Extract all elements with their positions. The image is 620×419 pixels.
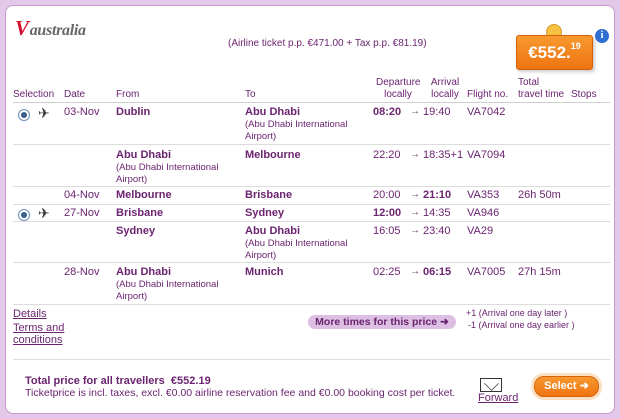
header-selection: Selection <box>13 89 55 100</box>
row-from: Melbourne <box>116 189 172 201</box>
info-icon[interactable]: i <box>595 29 609 43</box>
plane-icon: ✈ <box>38 105 50 121</box>
row-departure: 08:20 <box>373 106 402 118</box>
row-arrival: 23:40 <box>423 225 451 237</box>
price-badge: €552.19 <box>516 35 593 70</box>
header-arrival: Arrival locally <box>430 77 460 100</box>
row-to: Abu Dhabi (Abu Dhabi International Airport… <box>245 225 348 261</box>
header-travel-time: Total travel time <box>518 77 565 100</box>
flight-summary-card: Vaustralia (Airline ticket p.p. €471.00 … <box>5 5 615 414</box>
row-arrival: 06:15 <box>423 266 452 278</box>
row-flight: VA353 <box>467 189 500 201</box>
row-arrival: 21:10 <box>423 189 452 201</box>
arrow-icon: → <box>410 266 420 277</box>
row-to: Munich <box>245 266 284 278</box>
row-departure: 16:05 <box>373 225 401 237</box>
arrow-icon: → <box>410 207 420 218</box>
row-from: Abu Dhabi (Abu Dhabi International Airport… <box>116 149 219 185</box>
row-flight: VA7042 <box>467 106 506 118</box>
price-note: Ticketprice is incl. taxes, excl. €0.00 … <box>25 387 456 399</box>
legend-minus-one: -1 (Arrival one day earlier ) <box>468 320 575 330</box>
plane-icon: ✈ <box>38 205 50 221</box>
row-date: 03-Nov <box>64 106 100 118</box>
row-date: 27-Nov <box>64 207 100 219</box>
arrow-icon: → <box>410 189 420 200</box>
row-divider <box>13 204 610 205</box>
row-departure: 12:00 <box>373 207 402 219</box>
header-from: From <box>116 89 140 100</box>
row-divider <box>13 186 610 187</box>
header-divider <box>13 102 610 103</box>
header-stops: Stops <box>571 89 597 100</box>
arrow-icon: → <box>410 149 420 160</box>
more-times-button[interactable]: More times for this price ➜ <box>308 315 456 329</box>
row-flight: VA946 <box>467 207 500 219</box>
row-flight: VA7094 <box>467 149 506 161</box>
terms-link[interactable]: Terms and conditions <box>13 322 64 346</box>
total-divider <box>13 359 610 360</box>
arrow-icon: → <box>410 106 420 117</box>
row-from: Dublin <box>116 106 151 118</box>
row-date: 04-Nov <box>64 189 100 201</box>
select-button[interactable]: Select ➜ <box>534 376 599 397</box>
header-flight-no: Flight no. <box>467 89 509 100</box>
return-select-radio[interactable] <box>18 209 30 221</box>
row-divider <box>13 304 610 305</box>
legend-plus-one: +1 (Arrival one day later ) <box>466 308 568 318</box>
row-divider <box>13 221 610 222</box>
row-date: 28-Nov <box>64 266 100 278</box>
row-arrival: 19:40 <box>423 106 451 118</box>
ticket-price-breakdown: (Airline ticket p.p. €471.00 + Tax p.p. … <box>228 38 427 49</box>
mail-icon[interactable] <box>480 378 502 392</box>
row-from: Abu Dhabi (Abu Dhabi International Airport… <box>116 266 219 302</box>
row-divider <box>13 262 610 263</box>
header-to: To <box>245 89 256 100</box>
details-link[interactable]: Details <box>13 308 47 320</box>
virgin-australia-logo: Vaustralia <box>15 16 86 40</box>
row-to: Sydney <box>245 207 285 219</box>
row-flight: VA29 <box>467 225 494 237</box>
row-to: Melbourne <box>245 149 301 161</box>
row-from: Sydney <box>116 225 156 237</box>
row-flight: VA7005 <box>467 266 506 278</box>
header-departure: Departure locally <box>376 77 421 100</box>
row-arrival: 14:35 <box>423 207 451 219</box>
row-arrival: 18:35+1 <box>423 149 464 161</box>
row-to: Brisbane <box>245 189 293 201</box>
total-price: Total price for all travellers €552.19 <box>25 375 211 387</box>
row-departure: 22:20 <box>373 149 401 161</box>
row-divider <box>13 144 610 145</box>
row-departure: 20:00 <box>373 189 401 201</box>
row-travel-time: 27h 15m <box>518 266 561 278</box>
outbound-select-radio[interactable] <box>18 109 30 121</box>
arrow-icon: → <box>410 225 420 236</box>
row-from: Brisbane <box>116 207 164 219</box>
row-to: Abu Dhabi (Abu Dhabi International Airport… <box>245 106 348 142</box>
header-date: Date <box>64 89 86 100</box>
row-travel-time: 26h 50m <box>518 189 561 201</box>
row-departure: 02:25 <box>373 266 401 278</box>
forward-link[interactable]: Forward <box>478 392 518 404</box>
